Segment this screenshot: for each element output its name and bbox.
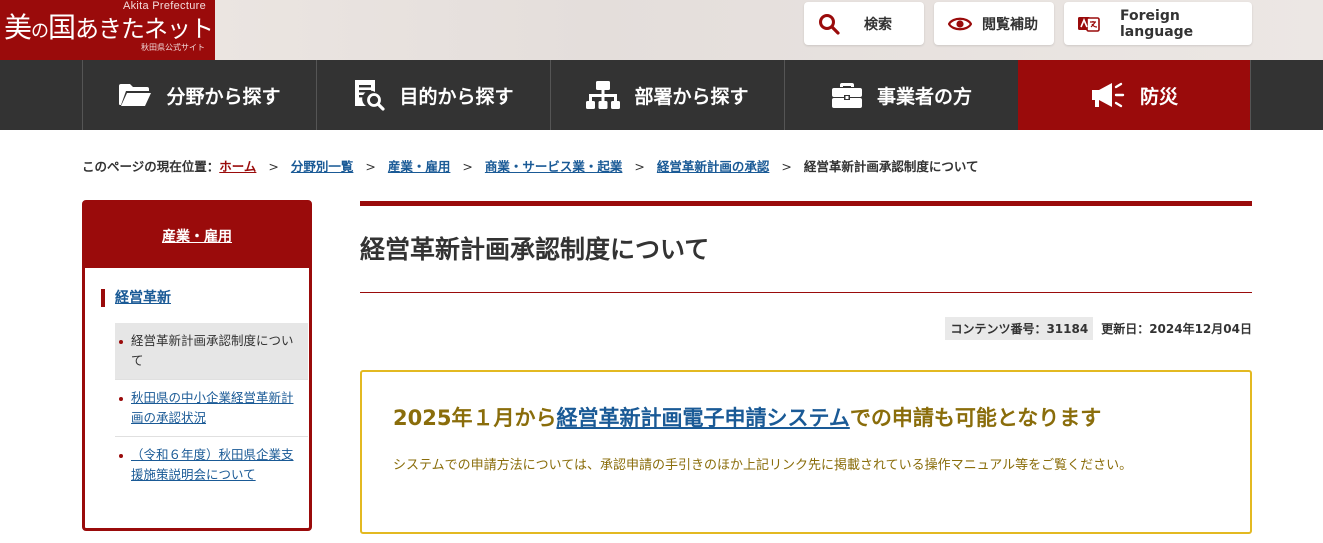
breadcrumb: このページの現在位置：ホーム > 分野別一覧 > 産業・雇用 > 商業・サービス業・起業 > 経… xyxy=(82,156,979,175)
page-meta: コンテンツ番号：31184 更新日：2024年12月04日 xyxy=(945,317,1252,340)
nav-item-purpose[interactable]: 目的から探す xyxy=(316,60,550,130)
page-title: 経営革新計画承認制度について xyxy=(360,235,710,264)
side-menu-category[interactable]: 経営革新 xyxy=(101,289,171,307)
accessibility-button[interactable]: 閲覧補助 xyxy=(934,2,1054,45)
breadcrumb-separator: > xyxy=(781,159,792,174)
side-menu-item-current: 経営革新計画承認制度について xyxy=(115,323,308,380)
org-chart-icon xyxy=(586,81,621,109)
foreign-language-button[interactable]: Foreign language xyxy=(1064,2,1252,45)
breadcrumb-industry[interactable]: 産業・雇用 xyxy=(388,159,451,174)
eye-icon xyxy=(948,17,972,30)
notice-box: 2025年１月から経営革新計画電子申請システムでの申請も可能となります システム… xyxy=(360,370,1252,534)
breadcrumb-commerce[interactable]: 商業・サービス業・起業 xyxy=(485,159,623,174)
breadcrumb-separator: > xyxy=(365,159,376,174)
document-search-icon xyxy=(355,80,386,111)
search-icon xyxy=(819,13,840,35)
search-button[interactable]: 検索 xyxy=(804,2,924,45)
logo-caption: 秋田県公式サイト xyxy=(141,43,205,52)
search-button-label: 検索 xyxy=(864,16,892,33)
side-menu-heading-link[interactable]: 産業・雇用 xyxy=(162,226,232,246)
notice-body: システムでの申請方法については、承認申請の手引きのほか上記リンク先に掲載されてい… xyxy=(393,458,1133,473)
side-menu: 産業・雇用 経営革新 経営革新計画承認制度について 秋田県の中小企業経営革新計画… xyxy=(82,200,312,531)
notice-heading: 2025年１月から経営革新計画電子申請システムでの申請も可能となります xyxy=(393,402,1101,432)
nav-item-field-label: 分野から探す xyxy=(166,85,281,108)
breadcrumb-separator: > xyxy=(462,159,473,174)
breadcrumb-separator: > xyxy=(268,159,279,174)
nav-item-disaster-label: 防災 xyxy=(1139,85,1178,108)
nav-item-business-label: 事業者の方 xyxy=(876,85,972,108)
nav-item-department[interactable]: 部署から探す xyxy=(550,60,784,130)
side-menu-item[interactable]: 秋田県の中小企業経営革新計画の承認状況 xyxy=(115,380,308,437)
nav-divider xyxy=(1250,60,1251,130)
logo-kanji-bi: 美 xyxy=(4,11,32,44)
site-header: Akita Prefecture 美の国あきたネット 秋田県公式サイト 検索 閲… xyxy=(0,0,1323,60)
side-menu-heading[interactable]: 産業・雇用 xyxy=(85,203,309,268)
nav-item-disaster[interactable]: 防災 xyxy=(1018,60,1250,130)
folder-icon xyxy=(119,84,152,106)
side-menu-item-label: 経営革新計画承認制度について xyxy=(131,333,294,368)
side-menu-item-link[interactable]: （令和６年度）秋田県企業支援施策説明会について xyxy=(131,447,294,482)
briefcase-icon xyxy=(831,83,862,108)
breadcrumb-current: 経営革新計画承認制度について xyxy=(803,159,979,174)
side-menu-list: 経営革新計画承認制度について 秋田県の中小企業経営革新計画の承認状況 （令和６年… xyxy=(115,323,308,493)
nav-item-business[interactable]: 事業者の方 xyxy=(784,60,1018,130)
notice-heading-before: 2025年１月から xyxy=(393,406,557,430)
logo-akita-net: あきたネット xyxy=(75,15,214,43)
notice-heading-after: での申請も可能となります xyxy=(849,406,1102,430)
side-menu-item[interactable]: （令和６年度）秋田県企業支援施策説明会について xyxy=(115,437,308,493)
logo-no: の xyxy=(31,21,49,42)
e-application-system-link[interactable]: 経営革新計画電子申請システム xyxy=(556,406,849,430)
accessibility-button-label: 閲覧補助 xyxy=(982,16,1038,33)
breadcrumb-separator: > xyxy=(634,159,645,174)
logo-kanji-kuni: 国 xyxy=(48,11,76,44)
breadcrumb-prefix: このページの現在位置： xyxy=(82,159,220,174)
breadcrumb-field-list[interactable]: 分野別一覧 xyxy=(291,159,354,174)
updated-date: 更新日：2024年12月04日 xyxy=(1101,322,1252,336)
megaphone-icon xyxy=(1091,82,1125,108)
nav-item-purpose-label: 目的から探す xyxy=(399,85,514,108)
foreign-language-label: Foreign language xyxy=(1120,7,1194,40)
breadcrumb-home[interactable]: ホーム xyxy=(219,159,256,174)
title-divider xyxy=(360,292,1252,293)
content-number-badge: コンテンツ番号：31184 xyxy=(945,317,1094,340)
site-logo[interactable]: Akita Prefecture 美の国あきたネット 秋田県公式サイト xyxy=(0,0,215,60)
nav-item-field[interactable]: 分野から探す xyxy=(82,60,316,130)
side-menu-item-link[interactable]: 秋田県の中小企業経営革新計画の承認状況 xyxy=(131,390,294,425)
translate-icon xyxy=(1078,16,1100,32)
breadcrumb-approval[interactable]: 経営革新計画の承認 xyxy=(657,159,770,174)
global-nav: 分野から探す 目的から探す 部署から探す 事業者の方 防災 xyxy=(0,60,1323,130)
content-top-rule xyxy=(360,201,1252,206)
nav-item-department-label: 部署から探す xyxy=(634,85,749,108)
